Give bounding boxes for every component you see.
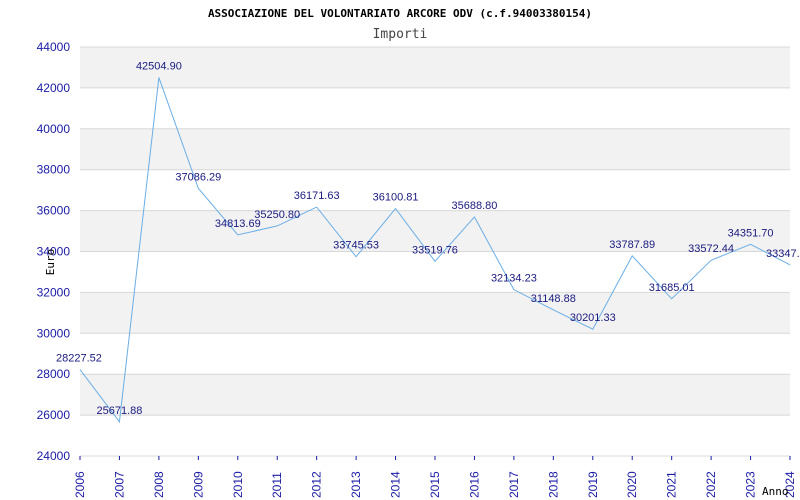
x-axis-ticks: 2006 2007 2008 2009 2010 2011 2012 2013 2014 2015… (73, 471, 797, 498)
x-tick-label: 2016 (467, 471, 481, 498)
data-label: 33745.53 (333, 240, 379, 252)
data-label: 34351.70 (728, 227, 774, 239)
data-label: 30201.33 (570, 312, 616, 324)
data-label: 36100.81 (373, 192, 419, 204)
x-tick-label: 2020 (625, 471, 639, 498)
x-tick-label: 2008 (152, 471, 166, 498)
y-axis-label: Euro (44, 249, 57, 276)
y-tick-label: 38000 (37, 163, 71, 177)
x-tick-label: 2006 (73, 471, 87, 498)
data-label: 28227.52 (56, 353, 102, 365)
y-tick-label: 40000 (37, 122, 71, 136)
x-tick-label: 2015 (428, 471, 442, 498)
x-tick-label: 2014 (389, 471, 403, 498)
x-tick-label: 2009 (191, 471, 205, 498)
grid-band (80, 292, 790, 334)
data-label: 35688.80 (451, 200, 497, 212)
chart-subtitle: Importi (373, 27, 428, 42)
data-label: 37086.29 (175, 171, 221, 183)
y-tick-label: 32000 (37, 285, 71, 299)
grid-band (80, 47, 790, 88)
x-tick-label: 2011 (270, 472, 284, 498)
grid-band (80, 374, 790, 416)
data-label: 31148.88 (531, 293, 576, 305)
data-label: 25671.88 (96, 405, 142, 417)
data-label: 31685.01 (649, 282, 695, 294)
x-tick-label: 2012 (310, 471, 324, 498)
x-tick-label: 2018 (546, 471, 560, 498)
y-tick-label: 26000 (37, 408, 71, 422)
line-chart: ASSOCIAZIONE DEL VOLONTARIATO ARCORE ODV… (37, 7, 800, 498)
x-tick-label: 2021 (665, 471, 679, 498)
x-tick-label: 2007 (112, 471, 126, 498)
background-bands (80, 47, 790, 416)
chart-title: ASSOCIAZIONE DEL VOLONTARIATO ARCORE ODV… (208, 7, 592, 20)
data-label: 42504.90 (136, 61, 182, 73)
data-label: 33572.44 (688, 243, 734, 255)
x-tick-label: 2019 (586, 471, 600, 498)
y-tick-label: 30000 (37, 326, 71, 340)
y-tick-label: 24000 (37, 449, 71, 463)
data-label: 33347. (766, 248, 800, 260)
x-tick-label: 2023 (744, 471, 758, 498)
data-label: 36171.63 (294, 190, 340, 202)
x-tick-label: 2013 (349, 471, 363, 498)
data-label: 35250.80 (254, 209, 300, 221)
grid-band (80, 128, 790, 170)
x-tick-label: 2022 (704, 471, 718, 498)
y-tick-label: 36000 (37, 204, 71, 218)
x-axis-label: Anno (762, 485, 789, 498)
data-label: 32134.23 (491, 273, 537, 285)
data-label: 33787.89 (609, 239, 655, 251)
x-tick-label: 2017 (507, 471, 521, 498)
x-tick-label: 2010 (231, 471, 245, 498)
y-tick-label: 42000 (37, 81, 71, 95)
y-tick-label: 28000 (37, 367, 71, 381)
y-tick-label: 44000 (37, 40, 71, 54)
data-label: 33519.76 (412, 244, 458, 256)
